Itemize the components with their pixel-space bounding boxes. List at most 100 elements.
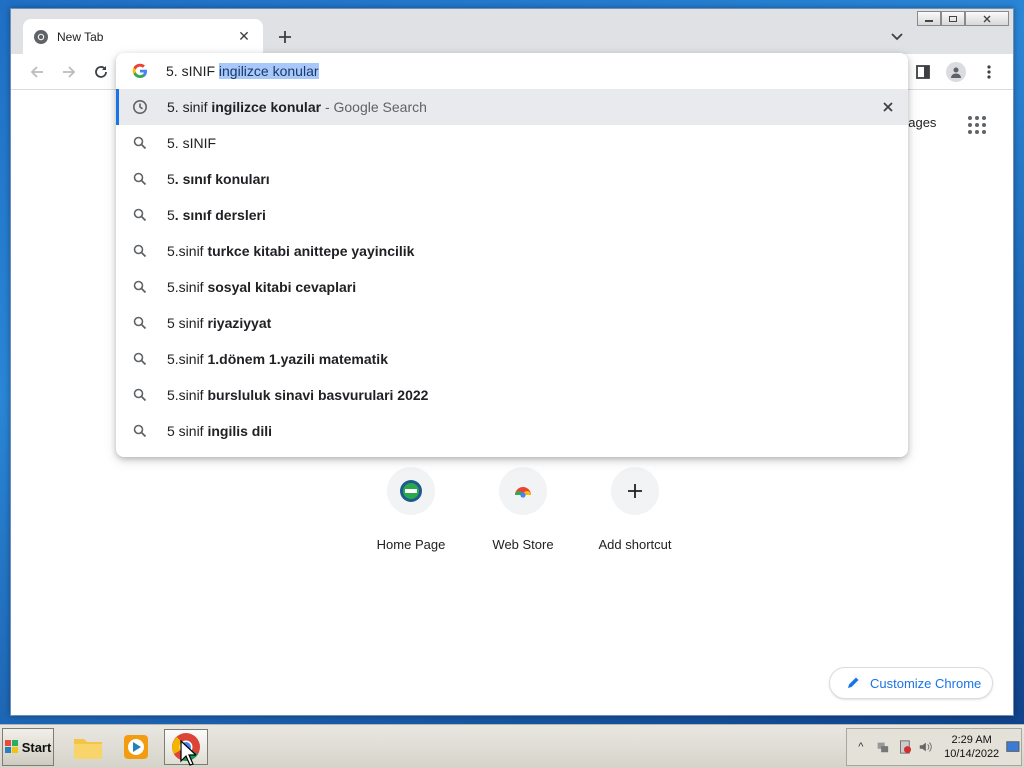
shortcut-home-page[interactable]: Home Page bbox=[355, 467, 467, 552]
suggestion-text: 5.sinif bbox=[167, 387, 208, 403]
restore-icon bbox=[949, 15, 957, 22]
chevron-down-icon bbox=[891, 33, 903, 41]
minimize-icon bbox=[925, 19, 933, 22]
search-icon bbox=[132, 315, 148, 331]
search-icon bbox=[132, 387, 148, 403]
omnibox-suggestion[interactable]: 5.sinif bursluluk sinavi basvurulari 202… bbox=[116, 377, 908, 413]
suggestion-text: 5.sinif bbox=[167, 243, 208, 259]
omnibox-suggestion[interactable]: 5.sinif turkce kitabi anittepe yayincili… bbox=[116, 233, 908, 269]
side-panel-icon bbox=[916, 65, 930, 79]
suggestion-text: 5. sINIF bbox=[167, 135, 217, 151]
suggestion-list: 5. sinif ingilizce konular - Google Sear… bbox=[116, 89, 908, 449]
shortcut-label: Add shortcut bbox=[598, 537, 672, 552]
shortcut-label: Web Store bbox=[492, 537, 554, 552]
action-center-icon[interactable] bbox=[897, 738, 913, 756]
forward-button[interactable] bbox=[57, 60, 81, 84]
system-tray: ^ 2:29 AM 10/14/2022 bbox=[846, 728, 1022, 766]
omnibox-suggestion[interactable]: 5. sinif ingilizce konular - Google Sear… bbox=[116, 89, 908, 125]
omnibox-dropdown: 5. sINIF ingilizce konular 5. sinif ingi… bbox=[116, 53, 908, 457]
clock[interactable]: 2:29 AM 10/14/2022 bbox=[944, 733, 999, 761]
close-icon bbox=[983, 15, 991, 22]
minimize-button[interactable] bbox=[917, 11, 941, 26]
suggestion-match-text: turkce kitabi anittepe yayincilik bbox=[207, 243, 415, 259]
clock-time: 2:29 AM bbox=[951, 734, 992, 746]
plus-icon bbox=[279, 31, 291, 43]
plus-icon bbox=[628, 484, 642, 498]
suggestion-text: 5.sinif bbox=[167, 351, 208, 367]
show-hidden-icons-icon[interactable]: ^ bbox=[853, 738, 869, 756]
customize-chrome-button[interactable]: Customize Chrome bbox=[829, 667, 993, 699]
close-window-button[interactable] bbox=[965, 11, 1009, 26]
menu-button[interactable] bbox=[977, 60, 1001, 84]
taskbar-explorer[interactable] bbox=[66, 729, 110, 765]
person-icon bbox=[951, 67, 961, 78]
new-tab-button[interactable] bbox=[273, 25, 297, 49]
back-arrow-icon bbox=[30, 66, 43, 78]
suggestion-match-text: sosyal kitabi cevaplari bbox=[207, 279, 357, 295]
suggestion-text: 5 sinif bbox=[167, 315, 208, 331]
start-button[interactable]: Start bbox=[2, 728, 54, 766]
suggestion-match-text: 1.dönem 1.yazili matematik bbox=[207, 351, 388, 367]
suggestion-match-text: riyaziyyat bbox=[207, 315, 272, 331]
network-icon[interactable] bbox=[875, 738, 891, 756]
chrome-icon bbox=[34, 29, 48, 44]
omnibox-suggestion[interactable]: 5. sINIF bbox=[116, 125, 908, 161]
tab-strip: New Tab ✕ bbox=[11, 9, 1013, 54]
suggestion-text: 5 sinif bbox=[167, 423, 208, 439]
omnibox-suggestion[interactable]: 5. sınıf dersleri bbox=[116, 197, 908, 233]
restore-button[interactable] bbox=[941, 11, 965, 26]
start-label: Start bbox=[21, 739, 52, 755]
search-icon bbox=[132, 279, 148, 295]
avatar bbox=[946, 62, 966, 82]
omnibox-suggestion[interactable]: 5.sinif 1.dönem 1.yazili matematik bbox=[116, 341, 908, 377]
shortcut-label: Home Page bbox=[376, 537, 446, 552]
window-controls bbox=[917, 11, 1009, 26]
mouse-cursor-icon bbox=[180, 740, 196, 766]
profile-button[interactable] bbox=[944, 60, 968, 84]
omnibox-suggestion[interactable]: 5.sinif sosyal kitabi cevaplari bbox=[116, 269, 908, 305]
suggestion-suffix: - Google Search bbox=[321, 99, 427, 115]
omnibox-suggestion[interactable]: 5. sınıf konuları bbox=[116, 161, 908, 197]
omnibox-autocomplete-selection: ingilizce konular bbox=[218, 63, 319, 79]
side-panel-button[interactable] bbox=[911, 60, 935, 84]
reload-button[interactable] bbox=[89, 60, 113, 84]
remove-suggestion-icon[interactable] bbox=[880, 99, 896, 115]
suggestion-text: 5 bbox=[167, 171, 175, 187]
clock-date: 10/14/2022 bbox=[944, 748, 1000, 760]
suggestion-match-text: . sınıf konuları bbox=[174, 171, 270, 187]
shortcut-web-store[interactable]: Web Store bbox=[467, 467, 579, 552]
search-icon bbox=[132, 243, 148, 259]
omnibox-typed-text: 5. sINIF bbox=[166, 63, 219, 79]
suggestion-text: 5. sinif bbox=[167, 99, 212, 115]
taskbar-media-player[interactable] bbox=[114, 729, 158, 765]
windows-logo-icon bbox=[4, 740, 18, 753]
back-button[interactable] bbox=[25, 60, 49, 84]
history-clock-icon bbox=[132, 99, 148, 115]
more-vert-icon bbox=[987, 65, 991, 79]
suggestion-match-text: . sınıf dersleri bbox=[174, 207, 266, 223]
chrome-web-store-icon bbox=[515, 487, 531, 498]
suggestion-text: 5 bbox=[167, 207, 175, 223]
pencil-icon bbox=[848, 677, 859, 688]
omnibox-input[interactable]: 5. sINIF ingilizce konular bbox=[116, 53, 908, 89]
apps-grid-icon[interactable] bbox=[965, 113, 989, 137]
suggestion-match-text: bursluluk sinavi basvurulari 2022 bbox=[207, 387, 429, 403]
show-desktop-icon[interactable] bbox=[1005, 738, 1021, 756]
shortcuts: Home Page Web Store Add shortcut bbox=[355, 467, 691, 552]
tab-search-button[interactable] bbox=[885, 25, 909, 49]
shortcut-icon-circle bbox=[611, 467, 659, 515]
search-icon bbox=[132, 423, 148, 439]
search-icon bbox=[132, 351, 148, 367]
search-icon bbox=[132, 171, 148, 187]
omnibox-suggestion[interactable]: 5 sinif riyaziyyat bbox=[116, 305, 908, 341]
shortcut-icon-circle bbox=[387, 467, 435, 515]
tab-close-icon[interactable]: ✕ bbox=[235, 28, 253, 46]
suggestion-text: 5.sinif bbox=[167, 279, 208, 295]
shortcut-add-shortcut[interactable]: Add shortcut bbox=[579, 467, 691, 552]
suggestion-match-text: ingilis dili bbox=[207, 423, 273, 439]
omnibox-suggestion[interactable]: 5 sinif ingilis dili bbox=[116, 413, 908, 449]
tab-title: New Tab bbox=[57, 29, 104, 44]
customize-chrome-label: Customize Chrome bbox=[870, 675, 982, 691]
tab-new-tab[interactable]: New Tab ✕ bbox=[23, 19, 263, 54]
volume-icon[interactable] bbox=[918, 738, 934, 756]
